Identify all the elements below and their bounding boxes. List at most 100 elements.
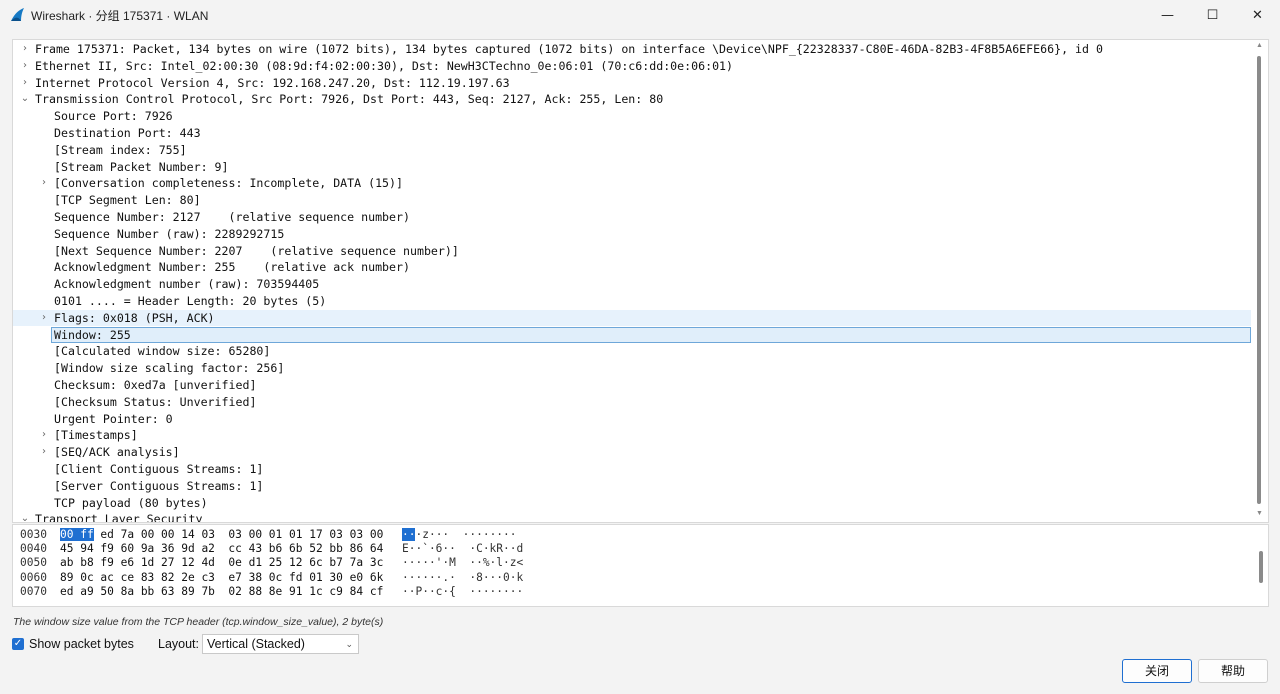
tree-row[interactable]: › Internet Protocol Version 4, Src: 192.1…: [13, 75, 1251, 91]
collapsed-chevron-icon[interactable]: ›: [38, 175, 50, 191]
expanded-chevron-icon[interactable]: ⌄: [19, 511, 31, 522]
tree-row[interactable]: Acknowledgment number (raw): 703594405: [13, 276, 1251, 292]
hex-bytes[interactable]: 00 ff ed 7a 00 00 14 03 03 00 01 01 17 0…: [60, 528, 383, 542]
hex-scrollbar-thumb[interactable]: [1259, 551, 1263, 583]
tree-row[interactable]: › Frame 175371: Packet, 134 bytes on wire…: [13, 41, 1251, 57]
tree-row[interactable]: [Checksum Status: Unverified]: [13, 394, 1251, 410]
tree-row-label: [Timestamps]: [54, 428, 138, 443]
hex-ascii-text: ·z··· ········: [415, 528, 517, 541]
tree-row-label: [Stream index: 755]: [54, 142, 187, 157]
tree-row-label: Transmission Control Protocol, Src Port:…: [35, 92, 664, 107]
tree-row-label: [TCP Segment Len: 80]: [54, 193, 201, 208]
tree-row[interactable]: › Flags: 0x018 (PSH, ACK): [13, 309, 1251, 326]
tree-row-label: Urgent Pointer: 0: [54, 411, 173, 426]
tree-row-label: Frame 175371: Packet, 134 bytes on wire …: [35, 42, 1103, 56]
help-button[interactable]: 帮助: [1198, 659, 1268, 683]
tree-row-label: [Next Sequence Number: 2207 (relative se…: [54, 243, 459, 258]
hex-ascii[interactable]: ·····'·M ··%·l·z<: [402, 556, 523, 570]
expanded-chevron-icon[interactable]: ⌄: [19, 91, 31, 107]
title-bar: Wireshark · 分组 175371 · WLAN — ☐ ✕: [0, 0, 1280, 30]
tree-row-label: Acknowledgment number (raw): 703594405: [54, 277, 320, 292]
checkmark-icon: ✓: [13, 638, 23, 649]
scroll-up-icon[interactable]: ▲: [1256, 42, 1263, 49]
tree-row[interactable]: [Client Contiguous Streams: 1]: [13, 461, 1251, 477]
close-button[interactable]: 关闭: [1122, 659, 1192, 683]
tree-row[interactable]: › [Timestamps]: [13, 427, 1251, 443]
tree-row[interactable]: TCP payload (80 bytes): [13, 495, 1251, 511]
tree-row[interactable]: Sequence Number (raw): 2289292715: [13, 226, 1251, 242]
tree-row[interactable]: [Calculated window size: 65280]: [13, 343, 1251, 359]
collapsed-chevron-icon[interactable]: ›: [19, 75, 31, 91]
tree-row-label: [Client Contiguous Streams: 1]: [54, 462, 264, 476]
tree-row[interactable]: Urgent Pointer: 0: [13, 411, 1251, 427]
window-title: Wireshark · 分组 175371 · WLAN: [31, 9, 209, 23]
packet-details-tree[interactable]: › Frame 175371: Packet, 134 bytes on wire…: [12, 39, 1269, 523]
hex-bytes-text: ed 7a 00 00 14 03 03 00 01 01 17 03 03 0…: [93, 528, 384, 541]
tree-row-label: [Checksum Status: Unverified]: [54, 394, 257, 409]
tree-row[interactable]: ⌄ Transmission Control Protocol, Src Port…: [13, 91, 1251, 107]
tree-row[interactable]: › Ethernet II, Src: Intel_02:00:30 (08:9d…: [13, 58, 1251, 74]
tree-row[interactable]: [Window size scaling factor: 256]: [13, 360, 1251, 376]
tree-row[interactable]: Acknowledgment Number: 255 (relative ack…: [13, 259, 1251, 275]
tree-row[interactable]: 0101 .... = Header Length: 20 bytes (5): [13, 293, 1251, 309]
hex-ascii[interactable]: ··P··c·{ ········: [402, 585, 523, 599]
collapsed-chevron-icon[interactable]: ›: [38, 427, 50, 443]
tree-row[interactable]: Window: 255: [13, 326, 1251, 343]
tree-row[interactable]: Source Port: 7926: [13, 108, 1251, 124]
tree-row-label: [Stream Packet Number: 9]: [54, 159, 229, 174]
hex-bytes[interactable]: 89 0c ac ce 83 82 2e c3 e7 38 0c fd 01 3…: [60, 571, 383, 585]
tree-row-label: Checksum: 0xed7a [unverified]: [54, 378, 257, 392]
hex-bytes[interactable]: ed a9 50 8a bb 63 89 7b 02 88 8e 91 1c c…: [60, 585, 383, 599]
layout-select-value: Vertical (Stacked): [207, 637, 305, 651]
tree-row-label: Internet Protocol Version 4, Src: 192.16…: [35, 75, 510, 90]
tree-row[interactable]: [Stream index: 755]: [13, 142, 1251, 158]
hex-ascii[interactable]: ···z··· ········: [402, 528, 517, 542]
hex-ascii[interactable]: E··`·6·· ·C·kR··d: [402, 542, 523, 556]
hex-ascii-text: E··`·6·· ·C·kR··d: [402, 542, 524, 556]
layout-select[interactable]: Vertical (Stacked) ⌄: [202, 634, 359, 654]
tree-row[interactable]: Checksum: 0xed7a [unverified]: [13, 377, 1251, 393]
minimize-button[interactable]: —: [1145, 0, 1190, 30]
hex-ascii-text: ··P··c·{ ········: [402, 584, 524, 598]
tree-row-label: Sequence Number: 2127 (relative sequence…: [54, 210, 410, 224]
tree-row-label: Source Port: 7926: [54, 109, 173, 124]
maximize-button[interactable]: ☐: [1190, 0, 1235, 30]
hex-ascii[interactable]: ······.· ·8···0·k: [402, 571, 523, 585]
tree-row[interactable]: Destination Port: 443: [13, 125, 1251, 141]
show-packet-bytes-checkbox[interactable]: ✓: [12, 638, 24, 650]
collapsed-chevron-icon[interactable]: ›: [19, 41, 31, 57]
scroll-down-icon[interactable]: ▼: [1256, 510, 1263, 517]
chevron-down-icon: ⌄: [345, 639, 353, 649]
show-packet-bytes-label[interactable]: Show packet bytes: [29, 637, 134, 651]
close-window-button[interactable]: ✕: [1235, 0, 1280, 30]
tree-row-label: [Server Contiguous Streams: 1]: [54, 478, 264, 493]
tree-row[interactable]: [TCP Segment Len: 80]: [13, 192, 1251, 208]
hex-offset: 0070: [20, 584, 47, 598]
collapsed-chevron-icon[interactable]: ›: [38, 310, 50, 326]
minimize-icon: —: [1161, 7, 1174, 23]
tree-scrollbar[interactable]: ▲ ▼: [1252, 40, 1268, 522]
packet-bytes-pane[interactable]: 0030 00 ff ed 7a 00 00 14 03 03 00 01 01 …: [12, 524, 1269, 607]
hex-bytes[interactable]: ab b8 f9 e6 1d 27 12 4d 0e d1 25 12 6c b…: [60, 556, 383, 570]
tree-scrollbar-thumb[interactable]: [1257, 56, 1261, 504]
collapsed-chevron-icon[interactable]: ›: [19, 58, 31, 74]
tree-row[interactable]: › [Conversation completeness: Incomplete,…: [13, 175, 1251, 191]
maximize-icon: ☐: [1206, 7, 1219, 23]
tree-row[interactable]: Sequence Number: 2127 (relative sequence…: [13, 209, 1251, 225]
tree-row-label: Sequence Number (raw): 2289292715: [54, 226, 285, 241]
field-description: The window size value from the TCP heade…: [13, 616, 384, 628]
close-icon: ✕: [1252, 7, 1263, 23]
selected-row-highlight: [51, 326, 1251, 343]
tree-row[interactable]: [Next Sequence Number: 2207 (relative se…: [13, 243, 1251, 259]
wireshark-fin-icon: [11, 8, 24, 21]
tree-row-label: 0101 .... = Header Length: 20 bytes (5): [54, 294, 327, 308]
tree-row[interactable]: [Server Contiguous Streams: 1]: [13, 478, 1251, 494]
hex-bytes[interactable]: 45 94 f9 60 9a 36 9d a2 cc 43 b6 6b 52 b…: [60, 542, 383, 556]
tree-row[interactable]: › [SEQ/ACK analysis]: [13, 444, 1251, 460]
collapsed-chevron-icon[interactable]: ›: [38, 444, 50, 460]
tree-row-label: Ethernet II, Src: Intel_02:00:30 (08:9d:…: [35, 58, 734, 73]
tree-row-label: TCP payload (80 bytes): [54, 495, 208, 510]
tree-row[interactable]: ⌄ Transport Layer Security: [13, 511, 1251, 522]
tree-row-label: [Conversation completeness: Incomplete, …: [54, 176, 404, 191]
tree-row[interactable]: [Stream Packet Number: 9]: [13, 159, 1251, 175]
